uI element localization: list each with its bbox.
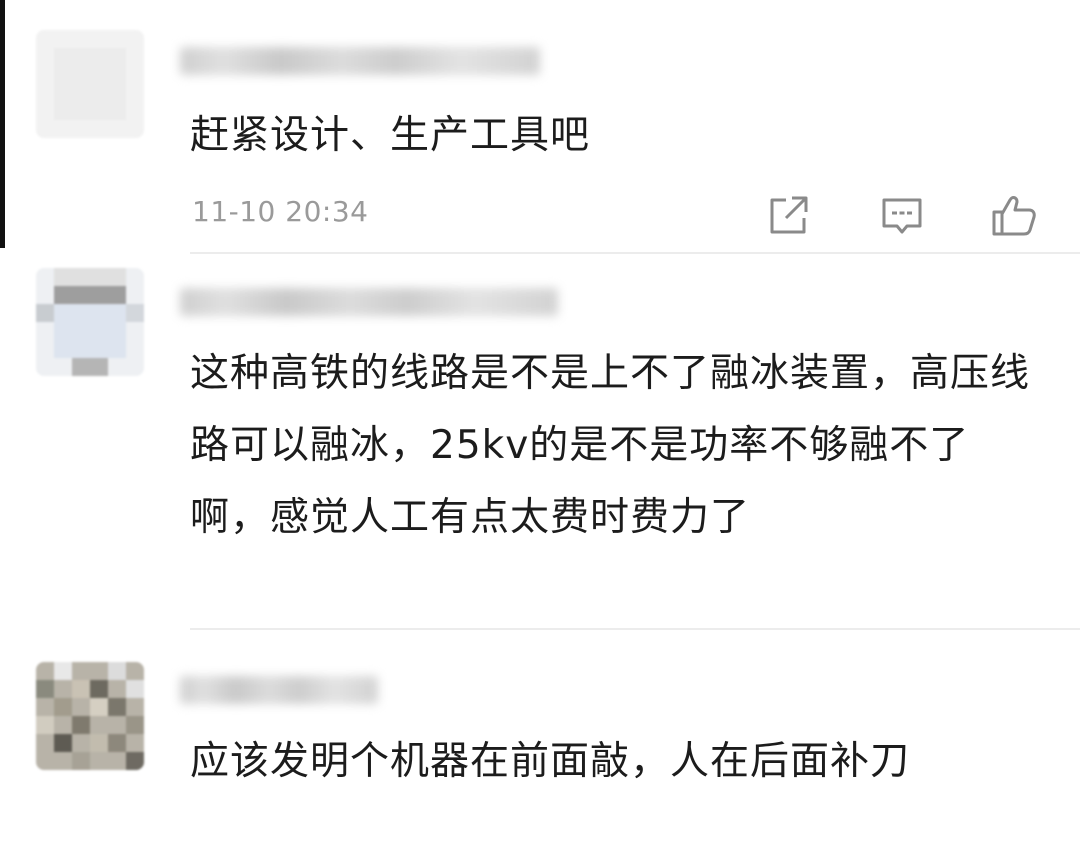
reply-button[interactable] — [876, 190, 928, 242]
share-icon — [770, 196, 808, 234]
like-button[interactable] — [988, 190, 1040, 242]
username[interactable] — [180, 676, 378, 704]
username[interactable] — [180, 47, 540, 75]
avatar[interactable] — [36, 30, 144, 138]
avatar[interactable] — [36, 662, 144, 770]
thumbs-up-icon — [992, 196, 1036, 236]
share-button[interactable] — [762, 190, 814, 242]
comment-item: 赶紧设计、生产工具吧 11-10 20:34 — [0, 0, 1080, 250]
comment-item: 应该发明个机器在前面敲，人在后面补刀 — [0, 630, 1080, 868]
comment-text: 应该发明个机器在前面敲，人在后面补刀 — [190, 739, 911, 784]
reply-icon — [882, 198, 922, 234]
avatar[interactable] — [36, 268, 144, 376]
username[interactable] — [180, 288, 558, 316]
comment-item: 这种高铁的线路是不是上不了融冰装置，高压线路可以融冰，25kv的是不是功率不够融… — [0, 254, 1080, 628]
comment-text: 赶紧设计、生产工具吧 — [190, 113, 591, 158]
comment-timestamp: 11-10 20:34 — [192, 195, 369, 228]
comment-section: 赶紧设计、生产工具吧 11-10 20:34 这种高铁的线路是不是上不了融冰装置… — [0, 0, 1080, 868]
comment-text: 这种高铁的线路是不是上不了融冰装置，高压线路可以融冰，25kv的是不是功率不够融… — [190, 351, 1031, 540]
